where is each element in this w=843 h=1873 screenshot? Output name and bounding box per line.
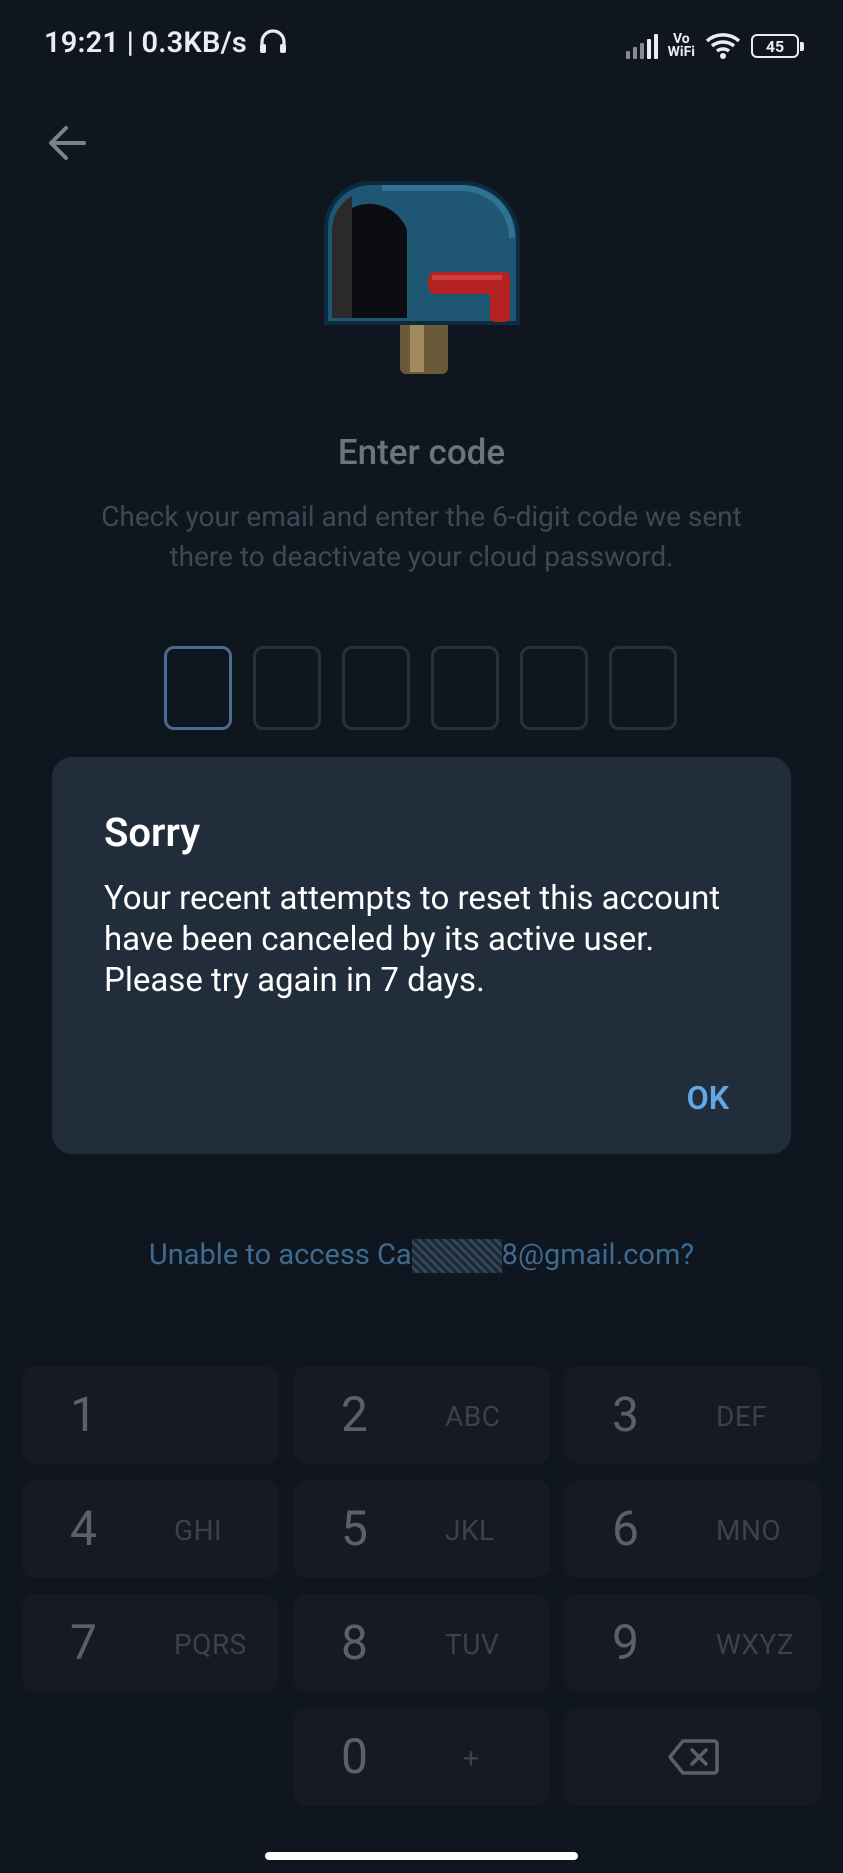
- keypad-key-4[interactable]: 4 GHI: [22, 1480, 279, 1578]
- keypad-key-8[interactable]: 8 TUV: [293, 1594, 550, 1692]
- keypad-key-9[interactable]: 9 WXYZ: [564, 1594, 821, 1692]
- code-digit-box[interactable]: [253, 646, 321, 730]
- status-time-and-speed: 19:21 | 0.3KB/s: [44, 26, 288, 60]
- dialog-title: Sorry: [104, 809, 201, 856]
- code-digit-box[interactable]: [520, 646, 588, 730]
- keypad-key-5[interactable]: 5 JKL: [293, 1480, 550, 1578]
- code-digit-box[interactable]: [342, 646, 410, 730]
- keypad-key-3[interactable]: 3 DEF: [564, 1366, 821, 1464]
- back-arrow-icon: [49, 126, 86, 160]
- cell-signal-icon: [625, 33, 658, 59]
- page-title: Enter code: [337, 432, 506, 473]
- redacted-email-part: [411, 1239, 502, 1274]
- keypad-key-7[interactable]: 7 PQRS: [22, 1594, 279, 1692]
- error-dialog: Sorry Your recent attempts to reset this…: [52, 757, 791, 1154]
- code-digit-box[interactable]: [164, 646, 232, 730]
- code-digit-box[interactable]: [431, 646, 499, 730]
- backspace-icon: [668, 1739, 719, 1775]
- unable-to-access-email-link[interactable]: Unable to access Ca 8@gmail.com?: [0, 1238, 843, 1274]
- home-indicator[interactable]: [265, 1852, 578, 1860]
- keypad-backspace-key[interactable]: [564, 1708, 821, 1806]
- keypad-key-1[interactable]: 1: [22, 1366, 279, 1464]
- mailbox-illustration: [322, 178, 522, 378]
- page-subtitle: Check your email and enter the 6-digit c…: [101, 500, 742, 573]
- code-digit-box[interactable]: [609, 646, 677, 730]
- mailbox-icon: [324, 180, 520, 374]
- status-icons: Vo WiFi 45: [625, 26, 804, 66]
- dialog-message: Your recent attempts to reset this accou…: [104, 879, 721, 1000]
- back-button[interactable]: [40, 115, 96, 171]
- keypad-key-6[interactable]: 6 MNO: [564, 1480, 821, 1578]
- keypad-key-0[interactable]: 0 +: [293, 1708, 550, 1806]
- wifi-icon: [705, 33, 741, 59]
- vowifi-icon: Vo WiFi: [667, 31, 695, 60]
- headphones-icon: [260, 29, 287, 53]
- keypad-key-2[interactable]: 2 ABC: [293, 1366, 550, 1464]
- ok-button[interactable]: OK: [687, 1079, 729, 1117]
- code-input[interactable]: [164, 646, 677, 730]
- battery-icon: 45: [751, 34, 804, 58]
